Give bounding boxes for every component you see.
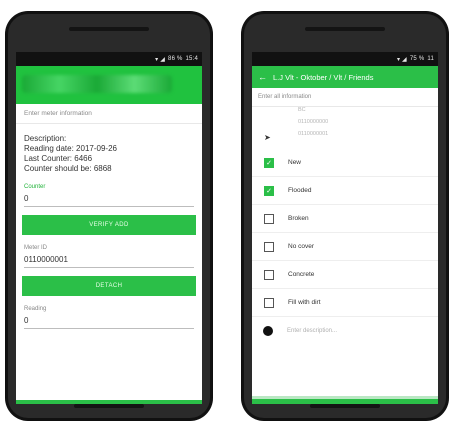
checkbox-icon[interactable]	[264, 297, 274, 308]
option-row[interactable]: ✓ New	[252, 149, 438, 177]
option-row[interactable]: ✓ Flooded	[252, 177, 438, 205]
checkbox-checked-icon[interactable]: ✓	[264, 185, 274, 196]
value-2: 0110000001	[298, 131, 329, 137]
counter-input[interactable]: 0	[24, 194, 194, 207]
description-block: Description: Reading date: 2017-09-26 La…	[16, 124, 202, 174]
app-bar-title: L.J Vlt - Oktober / Vlt / Friends	[273, 72, 374, 82]
instruction-hint: Enter all information	[252, 88, 438, 107]
speaker-grille	[69, 27, 149, 31]
checkbox-icon[interactable]	[264, 269, 274, 280]
option-label: Concrete	[288, 271, 315, 278]
instruction-hint: Enter meter information	[16, 104, 202, 124]
counter-label: Counter	[24, 184, 46, 190]
reading-input[interactable]: 0	[24, 316, 194, 329]
detach-button[interactable]: DETACH	[22, 276, 196, 296]
verify-button[interactable]: VERIFY ADD	[22, 215, 196, 235]
meter-id-label: Meter ID	[24, 245, 48, 251]
checkbox-checked-icon[interactable]: ✓	[264, 157, 274, 168]
speaker-grille	[305, 27, 385, 31]
meter-id-input[interactable]: 0110000001	[24, 255, 194, 268]
value-top: BC	[298, 107, 306, 113]
battery-level: 75 %	[409, 56, 425, 62]
option-label: New	[288, 159, 302, 166]
signal-icon: ▾ ◢	[396, 56, 407, 63]
back-arrow-icon[interactable]: ←	[258, 72, 267, 82]
meter-values: BC 0110000000 0110000001 ➤	[252, 107, 438, 149]
right-phone: ▾ ◢ 75 % 11 ← L.J Vlt - Oktober / Vlt / …	[242, 12, 448, 420]
option-row[interactable]: No cover	[252, 233, 438, 261]
comment-icon	[263, 326, 273, 336]
home-bar	[74, 404, 144, 408]
status-bar: ▾ ◢ 75 % 11	[252, 52, 438, 66]
description-input[interactable]: Enter description...	[287, 328, 337, 334]
signal-icon: ▾ ◢	[155, 56, 166, 63]
value-1: 0110000000	[298, 119, 329, 125]
option-row[interactable]: Broken	[252, 205, 438, 233]
checkbox-icon[interactable]	[264, 241, 274, 252]
description-row[interactable]: Enter description...	[252, 317, 438, 345]
reading-label: Reading	[24, 306, 47, 312]
option-row[interactable]: Fill with dirt	[252, 289, 438, 317]
status-bar: ▾ ◢ 86 % 15:4	[16, 52, 202, 66]
blurred-title	[22, 75, 172, 93]
clock: 15:4	[185, 56, 198, 62]
checkbox-icon[interactable]	[264, 213, 274, 224]
description-label: Description:	[24, 134, 67, 143]
condition-options: ✓ New ✓ Flooded Broken No cover Concrete Fill w…	[252, 149, 438, 317]
expected-counter: Counter should be: 6868	[24, 164, 112, 173]
clock: 11	[427, 56, 434, 62]
option-row[interactable]: Concrete	[252, 261, 438, 289]
battery-level: 86 %	[168, 56, 183, 62]
app-header-blurred	[16, 66, 202, 104]
option-label: Broken	[288, 215, 309, 222]
left-phone: ▾ ◢ 86 % 15:4 Enter meter information De…	[6, 12, 212, 420]
right-screen: ▾ ◢ 75 % 11 ← L.J Vlt - Oktober / Vlt / …	[252, 52, 438, 404]
option-label: No cover	[288, 243, 315, 250]
last-counter: Last Counter: 6466	[24, 154, 93, 163]
location-pin-icon: ➤	[264, 133, 271, 142]
reading-date: Reading date: 2017-09-26	[24, 144, 117, 153]
home-bar	[310, 404, 380, 408]
option-label: Fill with dirt	[288, 299, 321, 306]
option-label: Flooded	[288, 187, 312, 194]
left-screen: ▾ ◢ 86 % 15:4 Enter meter information De…	[16, 52, 202, 404]
app-bar: ← L.J Vlt - Oktober / Vlt / Friends	[252, 66, 438, 88]
